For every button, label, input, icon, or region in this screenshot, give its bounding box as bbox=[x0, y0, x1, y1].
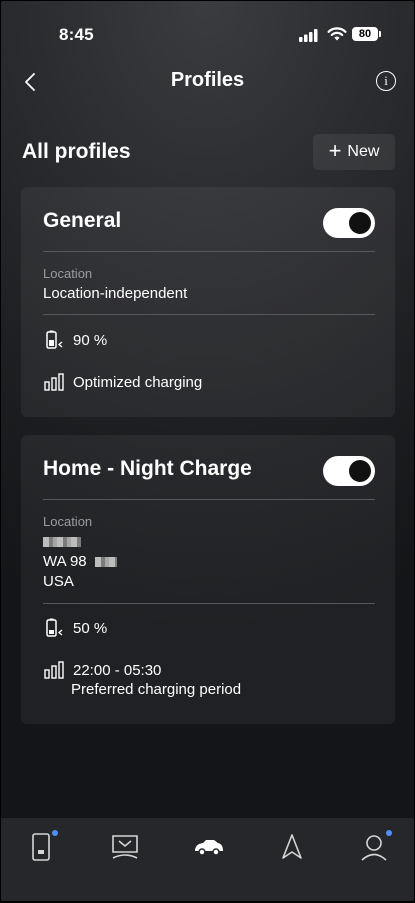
battery-charge-icon bbox=[46, 330, 63, 349]
redacted-text bbox=[94, 557, 117, 568]
page-title: Profiles bbox=[170, 69, 245, 91]
charging-period-row: 22:00 - 05:30 bbox=[43, 659, 161, 681]
phone-card-icon[interactable] bbox=[27, 832, 57, 862]
status-bar: 8:45 80 bbox=[1, 1, 414, 61]
profile-name: General bbox=[43, 209, 122, 232]
car-icon[interactable] bbox=[193, 832, 225, 862]
charging-bars-icon bbox=[44, 373, 64, 391]
status-time: 8:45 bbox=[59, 25, 94, 44]
location-value: Location-independent bbox=[43, 285, 188, 302]
profile-icon[interactable] bbox=[359, 832, 389, 862]
divider bbox=[43, 499, 375, 500]
divider bbox=[43, 251, 375, 252]
address-line-3: USA bbox=[43, 573, 74, 590]
profile-enabled-toggle[interactable] bbox=[323, 456, 375, 486]
target-charge-row: 90 % bbox=[43, 329, 107, 351]
charging-mode-value: Optimized charging bbox=[73, 373, 203, 391]
battery-indicator: 80 bbox=[352, 27, 381, 41]
plus-icon: + bbox=[328, 138, 342, 163]
section-title: All profiles bbox=[22, 140, 131, 163]
navigation-arrow-icon[interactable] bbox=[277, 832, 307, 862]
charging-mode-row: Optimized charging bbox=[43, 371, 202, 393]
app-screen: 8:45 80 Profiles i All profiles + New Ge… bbox=[1, 1, 414, 901]
location-label: Location bbox=[43, 266, 93, 281]
charging-period-value: 22:00 - 05:30 bbox=[73, 661, 162, 679]
redacted-text bbox=[43, 537, 81, 548]
charging-station-icon[interactable] bbox=[110, 832, 140, 862]
charging-period-label: Preferred charging period bbox=[71, 681, 242, 698]
target-charge-value: 90 % bbox=[73, 331, 108, 349]
notification-badge bbox=[52, 830, 58, 836]
address-line-2-text: WA 98 bbox=[43, 553, 87, 570]
location-label: Location bbox=[43, 514, 93, 529]
target-charge-value: 50 % bbox=[73, 619, 108, 637]
charging-bars-icon bbox=[44, 661, 64, 679]
address-line-2: WA 98 bbox=[43, 553, 117, 570]
profile-enabled-toggle[interactable] bbox=[323, 208, 375, 238]
profile-name: Home - Night Charge bbox=[43, 457, 252, 480]
new-profile-label: New bbox=[347, 143, 380, 160]
profile-card-general[interactable]: General Location Location-independent 90… bbox=[21, 187, 395, 417]
profile-card-home-night-charge[interactable]: Home - Night Charge Location WA 98 USA 5… bbox=[21, 435, 395, 724]
wifi-icon bbox=[327, 27, 347, 41]
notification-badge bbox=[386, 830, 392, 836]
info-icon[interactable]: i bbox=[376, 71, 396, 91]
divider bbox=[43, 314, 375, 315]
address-line-1 bbox=[43, 533, 81, 550]
battery-charge-icon bbox=[46, 618, 63, 637]
divider bbox=[43, 603, 375, 604]
new-profile-button[interactable]: + New bbox=[313, 134, 395, 170]
target-charge-row: 50 % bbox=[43, 617, 107, 639]
cellular-signal-icon bbox=[299, 29, 318, 42]
bottom-tab-bar bbox=[1, 818, 414, 901]
